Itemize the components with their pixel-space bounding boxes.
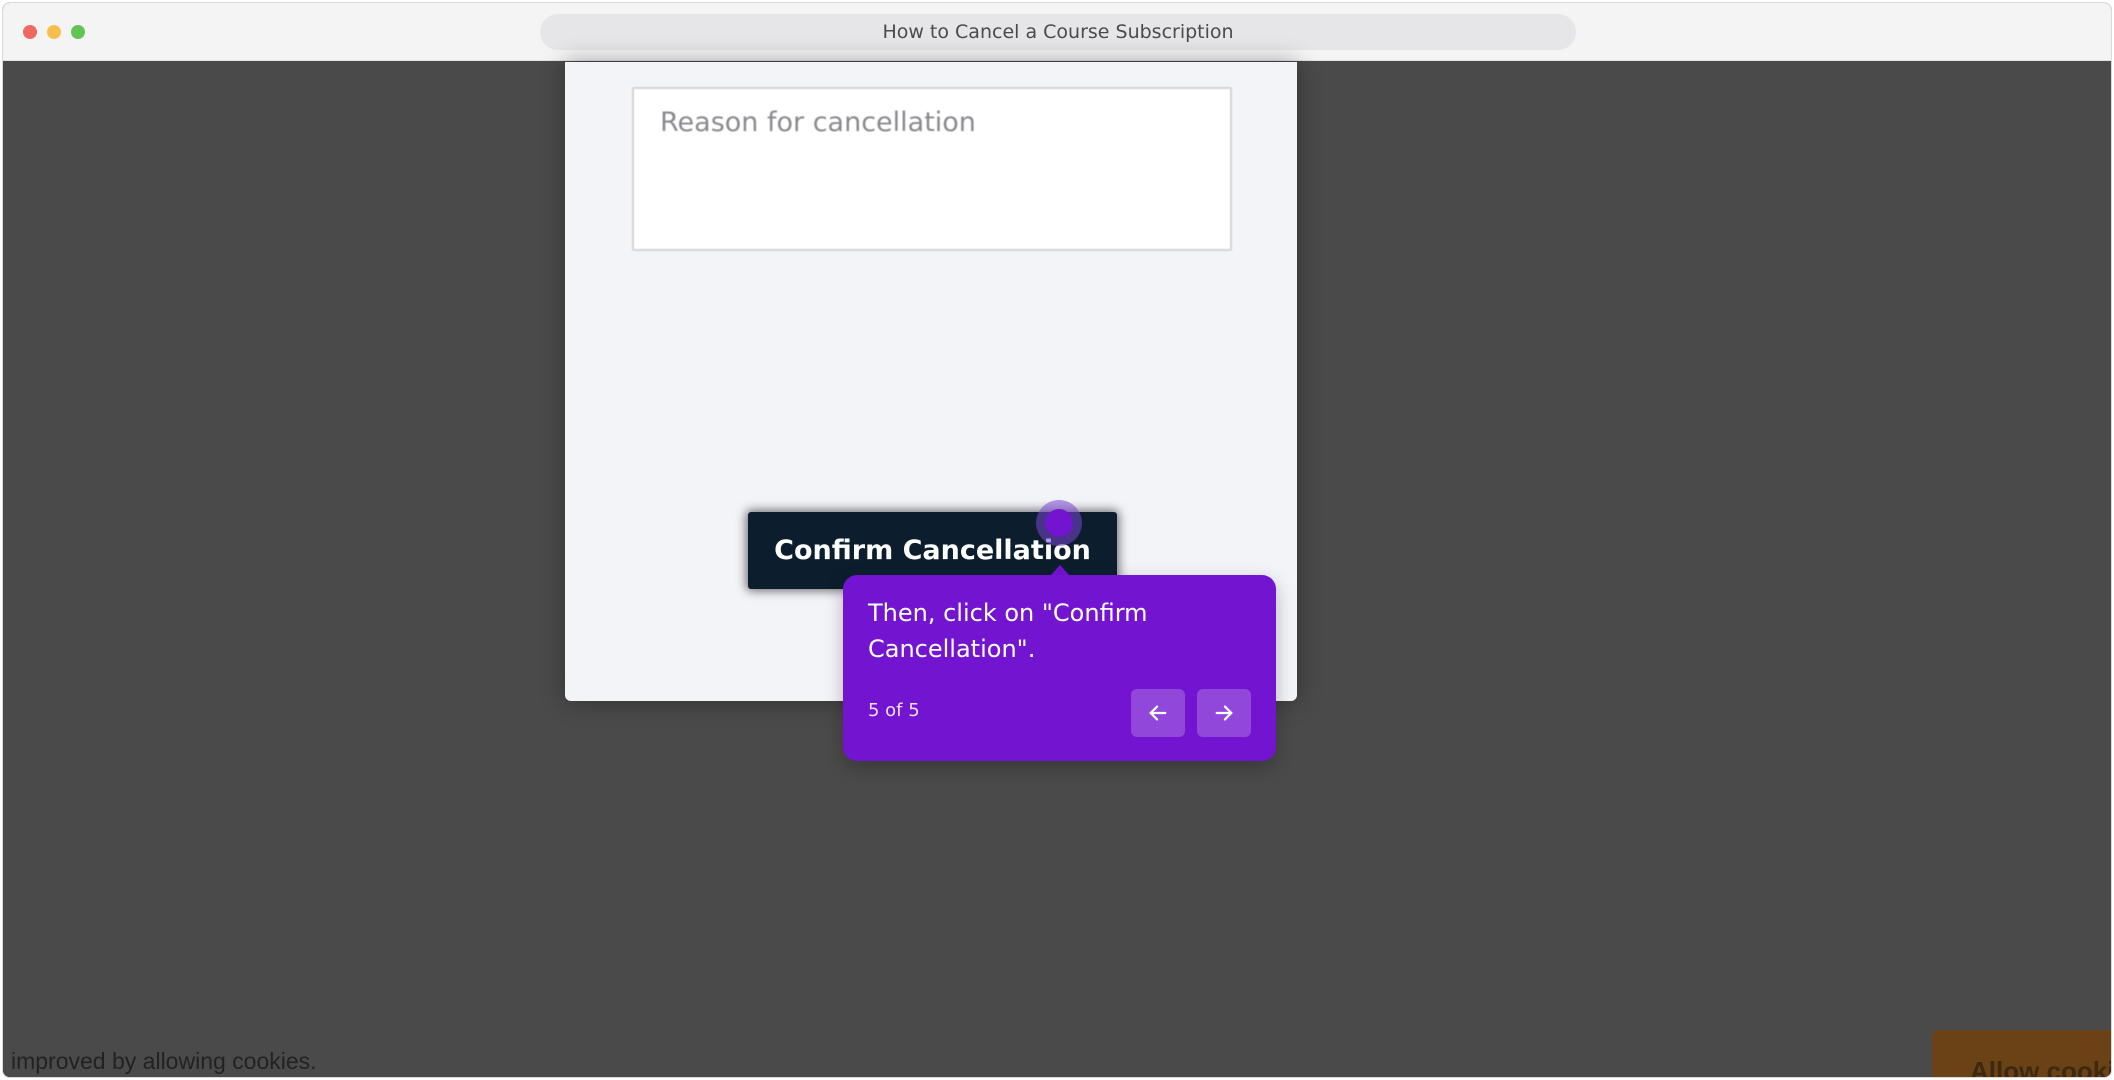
browser-window: How to Cancel a Course Subscription Reas… <box>2 2 2112 1078</box>
arrow-left-icon <box>1149 705 1167 721</box>
guide-tooltip: Then, click on "Confirm Cancellation". 5… <box>843 575 1276 761</box>
page-title-bar: How to Cancel a Course Subscription <box>540 14 1576 50</box>
reason-textarea[interactable]: Reason for cancellation <box>632 87 1232 251</box>
arrow-right-icon <box>1215 705 1233 721</box>
title-bar: How to Cancel a Course Subscription <box>3 3 2111 61</box>
tooltip-text: Then, click on "Confirm Cancellation". <box>868 599 1148 663</box>
hotspot-dot[interactable] <box>1045 509 1073 537</box>
reason-placeholder: Reason for cancellation <box>660 107 976 138</box>
previous-step-button[interactable] <box>1131 689 1185 737</box>
cookie-banner <box>3 1012 2111 1077</box>
maximize-window-button[interactable] <box>71 25 85 39</box>
step-counter: 5 of 5 <box>868 700 920 721</box>
next-step-button[interactable] <box>1197 689 1251 737</box>
cookie-banner-text: improved by allowing cookies. <box>11 1048 317 1074</box>
minimize-window-button[interactable] <box>47 25 61 39</box>
close-window-button[interactable] <box>23 25 37 39</box>
allow-cookies-button[interactable]: Allow cookies <box>1932 1030 2111 1077</box>
